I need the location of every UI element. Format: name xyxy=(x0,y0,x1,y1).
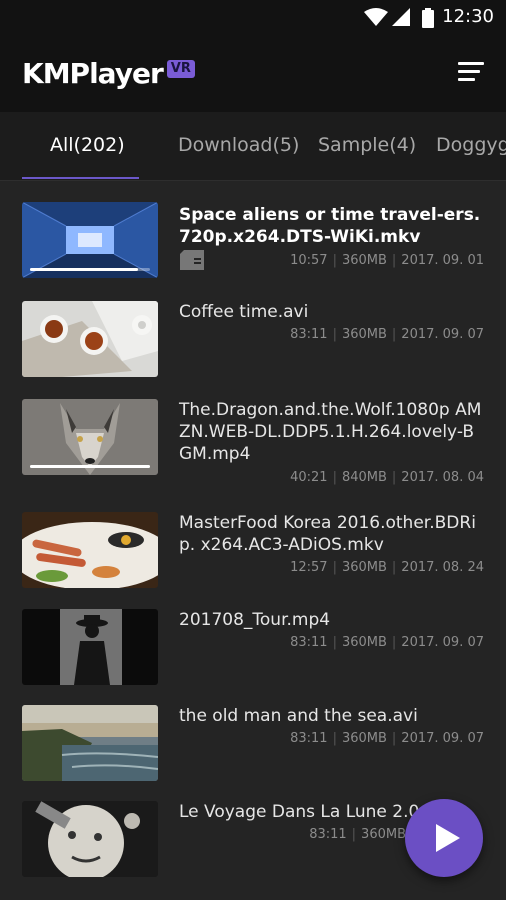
video-meta: 40:21 | 840MB | 2017. 08. 04 xyxy=(290,470,484,485)
video-meta: 83:11 | 360MB | 2017. 09. 07 xyxy=(290,731,484,746)
playback-progress xyxy=(30,268,150,271)
list-item[interactable]: MasterFood Korea 2016.other.BDRip. x264.… xyxy=(0,510,506,606)
video-title: MasterFood Korea 2016.other.BDRip. x264.… xyxy=(179,513,476,555)
tab-sample[interactable]: Sample(4) xyxy=(318,134,416,156)
video-date: 2017. 08. 04 xyxy=(401,470,484,485)
menu-icon[interactable] xyxy=(458,60,484,86)
cell-signal-icon xyxy=(392,8,410,26)
video-date: 2017. 09. 07 xyxy=(401,635,484,650)
video-title: 201708_Tour.mp4 xyxy=(179,610,331,630)
video-duration: 83:11 xyxy=(290,327,328,342)
video-list: Space aliens or time travel-ers.720p.x26… xyxy=(0,180,506,900)
list-item[interactable]: 201708_Tour.mp4 83:11 | 360MB | 2017. 09. 07 xyxy=(0,607,506,703)
tab-doggygr[interactable]: Doggygr xyxy=(436,134,506,156)
video-size: 360MB xyxy=(341,635,387,650)
category-tabs: All(202) Download(5) Sample(4) Doggygr xyxy=(0,112,506,181)
video-date: 2017. 09. 01 xyxy=(401,253,484,268)
video-duration: 83:11 xyxy=(309,827,347,842)
play-fab-button[interactable] xyxy=(405,799,483,877)
video-date: 2017. 09. 07 xyxy=(401,327,484,342)
video-duration: 83:11 xyxy=(290,635,328,650)
clock: 12:30 xyxy=(442,6,494,27)
wifi-icon xyxy=(364,8,388,26)
video-title: Space aliens or time travel-ers.720p.x26… xyxy=(179,205,481,247)
moon-thumbnail xyxy=(22,801,158,877)
video-title: The.Dragon.and.the.Wolf.1080p AMZN.WEB-D… xyxy=(179,400,482,464)
food-thumbnail xyxy=(22,512,158,588)
vr-badge: VR xyxy=(166,60,195,78)
seascape-thumbnail xyxy=(22,705,158,781)
tunnel-thumbnail xyxy=(22,202,158,278)
video-date: 2017. 09. 07 xyxy=(401,731,484,746)
status-bar: 12:30 xyxy=(0,0,506,34)
active-tab-indicator xyxy=(22,177,139,179)
playback-progress xyxy=(30,465,150,468)
list-item[interactable]: Space aliens or time travel-ers.720p.x26… xyxy=(0,200,506,296)
app-bar: KMPlayer VR xyxy=(0,34,506,112)
coffee-thumbnail xyxy=(22,301,158,377)
battery-icon xyxy=(422,8,434,28)
video-meta: 83:11 | 360MB | 2017. 09. 07 xyxy=(290,327,484,342)
video-title: Coffee time.avi xyxy=(179,302,309,322)
silhouette-thumbnail xyxy=(22,609,158,685)
list-item[interactable]: The.Dragon.and.the.Wolf.1080p AMZN.WEB-D… xyxy=(0,397,506,507)
video-size: 360MB xyxy=(341,560,387,575)
list-item[interactable]: Coffee time.avi 83:11 | 360MB | 2017. 09. 07 xyxy=(0,299,506,395)
tab-download[interactable]: Download(5) xyxy=(178,134,299,156)
video-size: 360MB xyxy=(341,327,387,342)
video-duration: 10:57 xyxy=(290,253,328,268)
sd-card-icon xyxy=(180,250,204,270)
video-size: 360MB xyxy=(341,253,387,268)
video-title: the old man and the sea.avi xyxy=(179,706,418,726)
tab-all[interactable]: All(202) xyxy=(50,134,125,156)
video-meta: 83:11 | 360MB | 2017. 09. 07 xyxy=(290,635,484,650)
wolf-thumbnail xyxy=(22,399,158,475)
video-meta: 12:57 | 360MB | 2017. 08. 24 xyxy=(290,560,484,575)
logo-text: KMPlayer xyxy=(22,56,164,90)
video-size: 360MB xyxy=(341,731,387,746)
video-duration: 40:21 xyxy=(290,470,328,485)
app-logo: KMPlayer VR xyxy=(22,56,195,90)
video-size: 840MB xyxy=(341,470,387,485)
video-duration: 83:11 xyxy=(290,731,328,746)
video-meta: 10:57 | 360MB | 2017. 09. 01 xyxy=(290,253,484,268)
video-duration: 12:57 xyxy=(290,560,328,575)
video-size: 360MB xyxy=(361,827,406,842)
list-item[interactable]: the old man and the sea.avi 83:11 | 360MB |… xyxy=(0,703,506,799)
video-date: 2017. 08. 24 xyxy=(401,560,484,575)
video-meta: 83:11 | 360MB xyxy=(309,827,406,842)
play-icon xyxy=(436,824,460,852)
